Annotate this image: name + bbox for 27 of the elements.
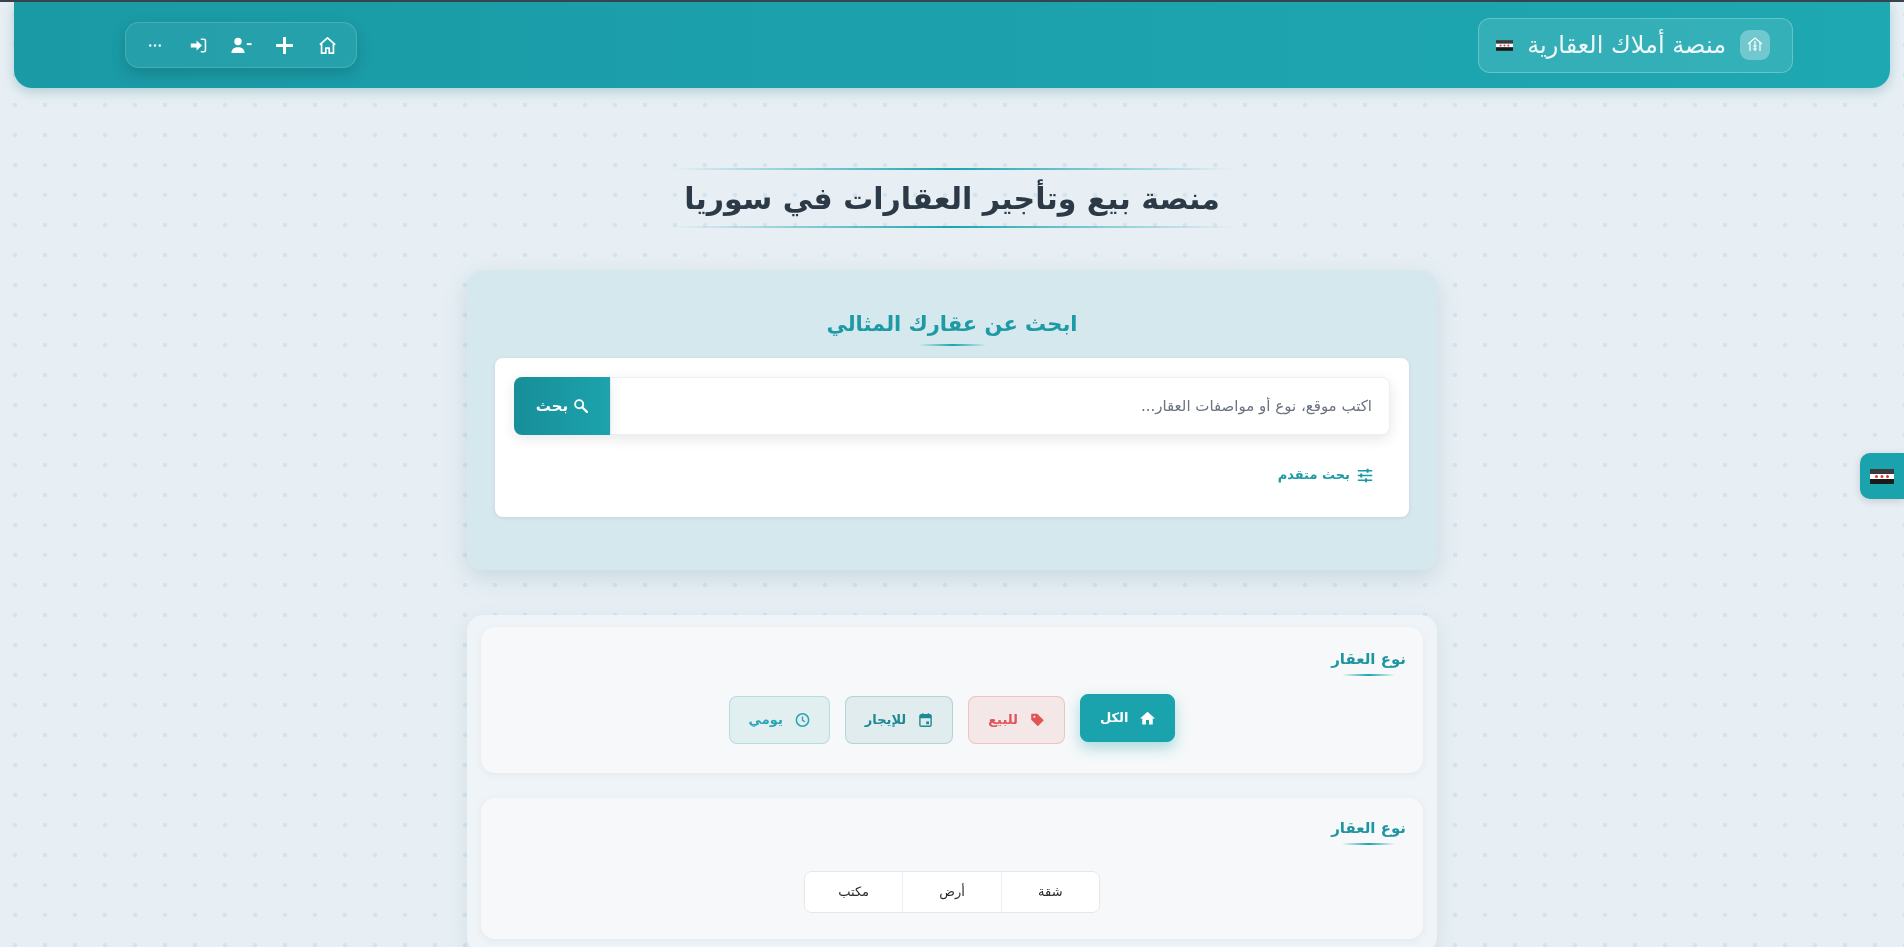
sign-in-icon [189,36,207,54]
filter-chip[interactable]: يومي [728,696,830,744]
user-minus-icon [230,37,252,53]
plus-icon [275,36,293,54]
filter-heading: نوع العقار [1331,818,1406,839]
tag-icon [1029,713,1045,727]
sliders-icon [1357,467,1373,483]
more-icon [149,43,161,47]
logo-icon[interactable] [1740,30,1770,60]
country-tab[interactable] [1860,453,1904,499]
home-icon [318,36,336,54]
page-title: منصة بيع وتأجير العقارات في سوريا [684,178,1220,219]
filter-chip[interactable]: للبيع [968,696,1065,744]
home-icon [1140,711,1156,725]
flag-icon [1870,468,1894,484]
flag-icon [1496,39,1514,51]
brand-title: منصة أملاك العقارية [1527,30,1726,60]
filter-chip[interactable]: للإيجار [844,696,954,744]
search-heading: ابحث عن عقارك المثالي [826,311,1078,338]
search-button[interactable]: بحث [514,377,610,435]
advanced-search-link[interactable]: بحث متقدم [1277,465,1373,485]
calendar-icon [918,713,934,727]
clock-icon [794,713,810,727]
segment-option[interactable]: مكتب [805,872,904,912]
filter-chip[interactable]: الكل [1079,694,1176,742]
search-icon [574,399,589,413]
filter-heading: نوع العقار [1331,649,1406,670]
